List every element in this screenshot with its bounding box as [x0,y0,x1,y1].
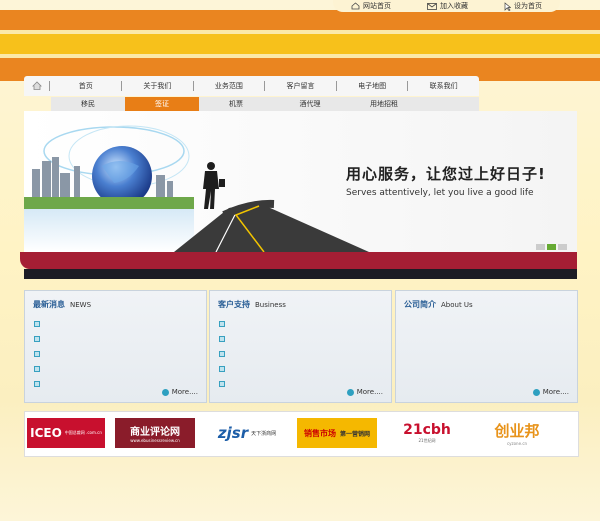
subnav-item-wine-agency[interactable]: 酒代理 [273,97,347,111]
nav-item-business[interactable]: 业务范围 [192,81,265,91]
about-panel: 公司简介 About Us More.... [395,290,578,403]
hero-banner: 用心服务，让您过上好日子! Serves attentively, let yo… [24,111,577,252]
more-link-label: More.... [356,388,383,396]
partner-logo-salesmarket[interactable]: 销售市场 第一营销网 [297,418,377,448]
envelope-icon [427,2,437,10]
subnav-item-immigration[interactable]: 移民 [51,97,125,111]
nav-home-button[interactable] [24,76,49,96]
top-links-bar: 网站首页 加入收藏 设为首页 [333,0,560,12]
nav-item-about[interactable]: 关于我们 [121,81,193,91]
list-item-bullet[interactable] [219,366,225,372]
partner-logo-ebusinessreview[interactable]: 商业评论网 www.ebusinessreview.cn [115,418,195,448]
slider-dot-active[interactable] [547,244,556,250]
more-link[interactable]: More.... [161,388,198,396]
partner-logo-cyzone[interactable]: 创业邦 cyzone.cn [477,418,557,448]
cursor-icon [504,1,511,11]
list-item-bullet[interactable] [219,381,225,387]
panel-header: 最新消息 NEWS [33,299,91,310]
list-item-bullet[interactable] [34,321,40,327]
top-link-home[interactable]: 网站首页 [351,1,391,11]
banner-slogan-en: Serves attentively, let you live a good … [346,188,534,198]
nav-item-home[interactable]: 首页 [49,81,121,91]
sub-nav: 移民 签证 机票 酒代理 用地招租 [51,97,479,111]
top-link-label: 设为首页 [514,2,542,10]
list-item-bullet[interactable] [34,336,40,342]
list-item-bullet[interactable] [34,381,40,387]
panel-header: 公司简介 About Us [404,299,473,310]
arrow-circle-icon [532,388,540,396]
banner-ribbon [20,252,577,269]
more-link-label: More.... [542,388,569,396]
top-link-label: 加入收藏 [440,2,468,10]
list-item-bullet[interactable] [219,351,225,357]
panel-subtitle: NEWS [70,301,92,309]
nav-item-message[interactable]: 客户留言 [264,81,336,91]
arrow-circle-icon [346,388,354,396]
nav-item-map[interactable]: 电子地图 [335,81,408,91]
top-link-bookmark[interactable]: 加入收藏 [427,1,468,11]
banner-slogan-cn: 用心服务，让您过上好日子! [346,165,546,183]
support-panel: 客户支持 Business More.... [209,290,392,403]
top-link-label: 网站首页 [363,2,391,10]
top-link-sethome[interactable]: 设为首页 [504,1,542,11]
partner-logos-strip: ICEO 中国总裁网 .com.cn 商业评论网 www.ebusinessre… [24,411,579,457]
arrow-circle-icon [161,388,169,396]
home-icon [351,2,360,10]
list-item-bullet[interactable] [219,336,225,342]
banner-ribbon-dark [24,269,577,279]
news-panel: 最新消息 NEWS More.... [24,290,207,403]
main-nav: 首页 关于我们 业务范围 客户留言 电子地图 联系我们 [24,76,479,96]
subnav-item-land-lease[interactable]: 用地招租 [347,97,421,111]
panel-title: 公司简介 [404,300,436,309]
list-item-bullet[interactable] [34,351,40,357]
panel-subtitle: Business [255,301,286,309]
partner-logo-21cbh[interactable]: 21cbh 21世纪网 [389,418,465,448]
slider-next-button[interactable] [558,244,567,250]
header-stripe-yellow [0,34,600,54]
slider-controls [536,244,567,250]
list-item-bullet[interactable] [219,321,225,327]
more-link[interactable]: More.... [346,388,383,396]
more-link[interactable]: More.... [532,388,569,396]
support-list [219,321,225,396]
list-item-bullet[interactable] [34,366,40,372]
home-icon [31,80,42,92]
slider-prev-button[interactable] [536,244,545,250]
panel-subtitle: About Us [441,301,473,309]
nav-item-contact[interactable]: 联系我们 [407,81,479,91]
partner-logo-iceo[interactable]: ICEO 中国总裁网 .com.cn [27,418,105,448]
panel-title: 最新消息 [33,300,65,309]
panel-title: 客户支持 [218,300,250,309]
header-stripe-orange [0,10,600,30]
partner-logo-zjsr[interactable]: zjsr 天下浙商网 [205,418,289,448]
subnav-item-tickets[interactable]: 机票 [199,97,273,111]
subnav-item-visa[interactable]: 签证 [125,97,199,111]
news-list [34,321,40,396]
more-link-label: More.... [171,388,198,396]
panel-header: 客户支持 Business [218,299,286,310]
